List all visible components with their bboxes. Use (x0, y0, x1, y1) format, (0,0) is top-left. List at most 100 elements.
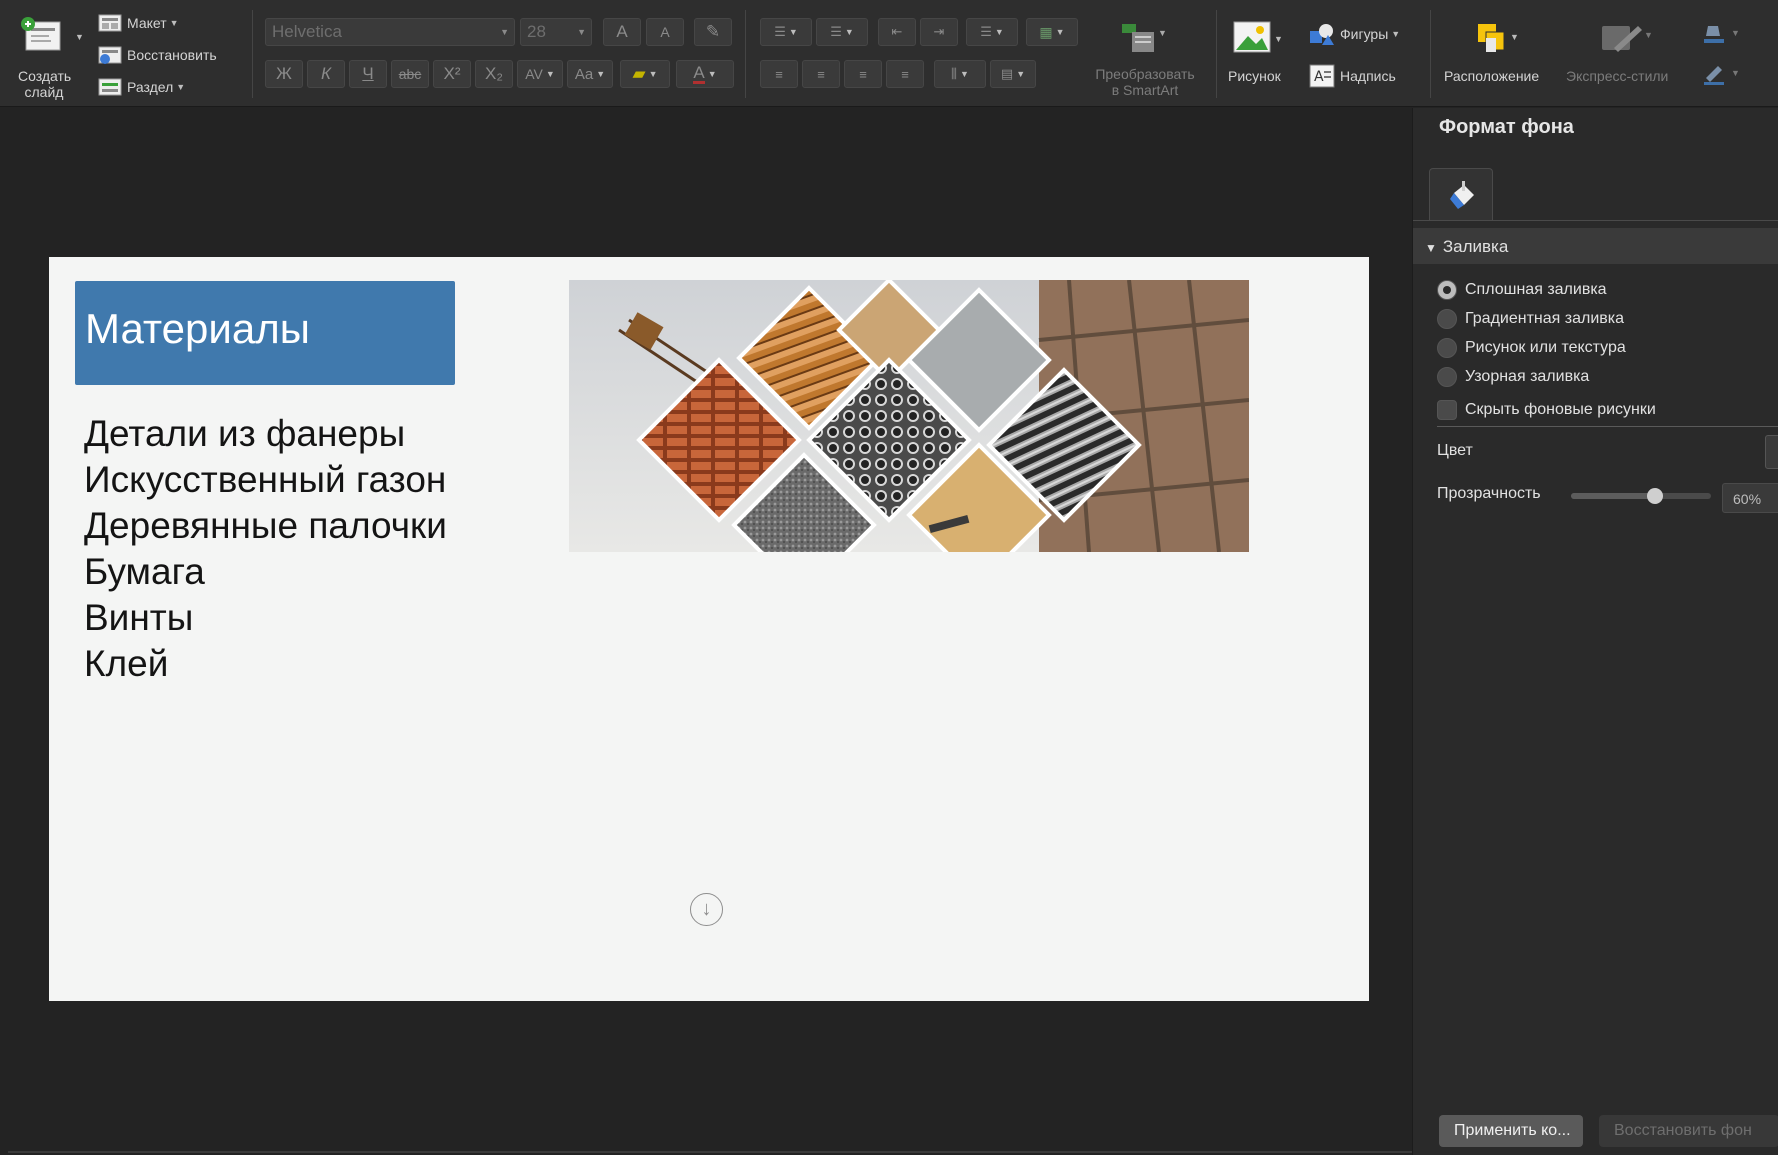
chevron-down-icon: ▼ (500, 27, 509, 37)
italic-button[interactable]: К (307, 60, 345, 88)
svg-text:A: A (1314, 69, 1324, 85)
fill-section-header[interactable]: ▼ Заливка (1413, 228, 1778, 264)
color-picker-button[interactable] (1765, 435, 1778, 469)
superscript-button[interactable]: X² (433, 60, 471, 88)
option-label: Сплошная заливка (1465, 281, 1607, 298)
shapes-button[interactable]: Фигуры ▼ (1308, 20, 1400, 48)
color-label: Цвет (1437, 442, 1473, 459)
checkbox-icon[interactable] (1437, 400, 1457, 420)
line-spacing-button[interactable]: ☰ ▼ (966, 18, 1018, 46)
ribbon-separator (1216, 10, 1217, 98)
svg-text:▼: ▼ (1158, 28, 1167, 38)
apply-to-all-button[interactable]: Применить ко... (1439, 1115, 1583, 1147)
quick-styles-button[interactable]: ▼ Экспресс-стили (1564, 14, 1690, 98)
underline-button[interactable]: Ч (349, 60, 387, 88)
solid-fill-radio[interactable]: Сплошная заливка (1437, 278, 1607, 302)
char-spacing-button[interactable]: AV ▼ (517, 60, 563, 88)
align-center-button[interactable]: ≡ (802, 60, 840, 88)
text-direction-button[interactable]: ⫼ ▼ (934, 60, 986, 88)
align-right-icon: ≡ (859, 66, 867, 82)
numbered-list-icon: ☰ (830, 24, 842, 39)
ribbon-separator (745, 10, 746, 98)
create-slide-button[interactable]: ▼ Создать слайд (12, 14, 84, 104)
apply-button-label: Применить ко... (1454, 1122, 1571, 1139)
arrow-down-circle-icon[interactable]: ↓ (690, 893, 723, 926)
fill-tab[interactable] (1429, 168, 1493, 220)
columns-button[interactable]: ▦ ▼ (1026, 18, 1078, 46)
bullet-item: Искусственный газон (84, 459, 447, 500)
chevron-down-icon: ▼ (596, 69, 606, 79)
font-size-select[interactable]: 28 ▼ (520, 18, 592, 46)
gradient-fill-radio[interactable]: Градиентная заливка (1437, 307, 1624, 331)
shape-fill-button[interactable]: ▼ (1700, 20, 1740, 46)
radio-icon[interactable] (1437, 309, 1457, 329)
quick-styles-label: Экспресс-стили (1566, 68, 1669, 84)
bold-button[interactable]: Ж (265, 60, 303, 88)
change-case-button[interactable]: Aa ▼ (567, 60, 613, 88)
underline-icon: Ч (362, 64, 374, 83)
indent-icon: ⇥ (933, 24, 945, 39)
font-color-icon: A (693, 62, 705, 84)
chevron-down-icon: ▼ (1391, 29, 1401, 39)
highlight-button[interactable]: ▰ ▼ (620, 60, 670, 88)
transparency-input[interactable]: 60% (1722, 483, 1778, 513)
reset-background-label: Восстановить фон (1614, 1122, 1752, 1139)
font-color-button[interactable]: A ▼ (676, 60, 734, 88)
layout-button[interactable]: Макет ▼ (98, 12, 179, 34)
materials-collage-image[interactable] (569, 280, 1249, 552)
hide-background-graphics-checkbox[interactable]: Скрыть фоновые рисунки (1437, 398, 1656, 422)
textbox-button[interactable]: A Надпись (1308, 62, 1396, 90)
fill-section-label: Заливка (1442, 237, 1509, 256)
ribbon-separator (252, 10, 253, 98)
shrink-font-button[interactable]: A (646, 18, 684, 46)
picture-icon: ▼ (1233, 21, 1283, 53)
decrease-indent-button[interactable]: ⇤ (878, 18, 916, 46)
justify-button[interactable]: ≡ (886, 60, 924, 88)
font-name-select[interactable]: Helvetica ▼ (265, 18, 515, 46)
text-box-align-icon: ▤ (1000, 66, 1014, 81)
pattern-fill-radio[interactable]: Узорная заливка (1437, 365, 1589, 389)
strikethrough-icon: abc (398, 66, 422, 82)
tab-underline (1413, 220, 1778, 221)
pen-icon (1704, 66, 1724, 85)
shapes-label: Фигуры (1340, 26, 1389, 42)
strikethrough-button[interactable]: abc (391, 60, 429, 88)
bullets-button[interactable]: ☰ ▼ (760, 18, 812, 46)
justify-icon: ≡ (901, 66, 909, 82)
smartart-label: Преобразовать (1095, 66, 1195, 82)
slider-handle[interactable] (1647, 488, 1663, 504)
bullet-item: Винты (84, 597, 194, 638)
section-button[interactable]: Раздел ▼ (98, 76, 185, 98)
chevron-down-icon: ▼ (75, 32, 84, 42)
option-label: Градиентная заливка (1465, 310, 1624, 327)
picture-button[interactable]: ▼ Рисунок (1226, 14, 1296, 98)
convert-smartart-button[interactable]: ▼ Преобразовать в SmartArt (1080, 16, 1210, 104)
option-label: Узорная заливка (1465, 368, 1590, 385)
chevron-down-icon: ▼ (545, 69, 555, 79)
subscript-button[interactable]: X₂ (475, 60, 513, 88)
slide-title-box[interactable]: Материалы (75, 281, 455, 385)
transparency-slider[interactable] (1571, 488, 1711, 504)
grow-font-button[interactable]: A (603, 18, 641, 46)
align-left-button[interactable]: ≡ (760, 60, 798, 88)
textbox-icon: A (1309, 64, 1335, 88)
align-right-button[interactable]: ≡ (844, 60, 882, 88)
chevron-down-icon: ▼ (994, 27, 1004, 37)
format-background-panel: Формат фона ▼ Заливка Сплошная заливка Гр… (1412, 108, 1778, 1155)
slide-body-text[interactable]: Детали из фанеры Искусственный газон Дер… (84, 411, 447, 687)
radio-selected-icon[interactable] (1437, 280, 1457, 300)
clear-format-button[interactable]: ✎ (694, 18, 732, 46)
radio-icon[interactable] (1437, 338, 1457, 358)
shape-outline-button[interactable]: ▼ (1700, 60, 1740, 86)
radio-icon[interactable] (1437, 367, 1457, 387)
increase-indent-button[interactable]: ⇥ (920, 18, 958, 46)
outdent-icon: ⇤ (891, 24, 903, 39)
section-label: Раздел (127, 79, 174, 95)
reset-background-button[interactable]: Восстановить фон (1599, 1115, 1778, 1147)
text-align-button[interactable]: ▤ ▼ (990, 60, 1036, 88)
numbering-button[interactable]: ☰ ▼ (816, 18, 868, 46)
reset-button[interactable]: Восстановить (98, 44, 217, 66)
slide-canvas[interactable]: Материалы Детали из фанеры Искусственный… (49, 257, 1369, 1001)
arrange-button[interactable]: ▼ Расположение (1440, 14, 1564, 98)
picture-texture-fill-radio[interactable]: Рисунок или текстура (1437, 336, 1626, 360)
